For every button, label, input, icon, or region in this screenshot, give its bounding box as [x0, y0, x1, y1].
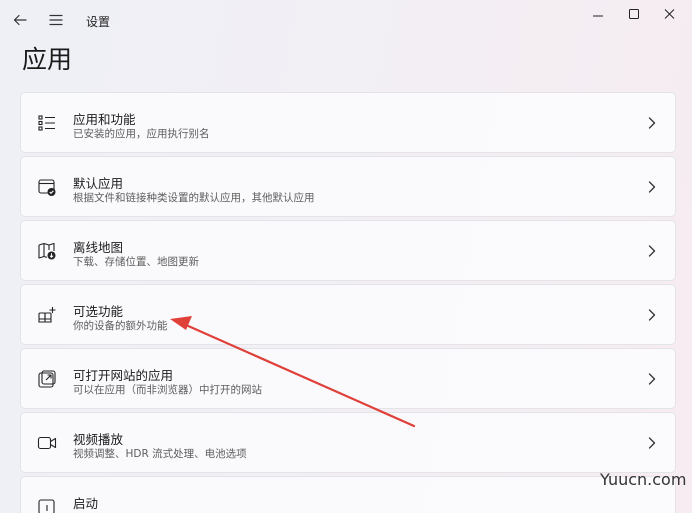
chevron-right-icon [648, 117, 656, 129]
startup-icon [38, 499, 55, 513]
maximize-button[interactable] [624, 6, 644, 26]
title-bar: 设置 [0, 0, 692, 40]
settings-item-apps-features[interactable]: 应用和功能 已安装的应用，应用执行别名 [20, 92, 676, 153]
menu-button[interactable] [45, 10, 67, 30]
settings-item-startup[interactable]: 启动 [20, 476, 676, 513]
offline-maps-icon [38, 242, 56, 260]
window-title: 设置 [86, 15, 111, 29]
watermark-logo: Yuucn.com [600, 470, 687, 489]
item-description: 你的设备的额外功能 [73, 320, 168, 332]
item-description: 下载、存储位置、地图更新 [73, 256, 199, 268]
item-description: 可以在应用（而非浏览器）中打开的网站 [73, 384, 262, 396]
chevron-right-icon [648, 245, 656, 257]
default-apps-icon [38, 179, 56, 196]
close-button[interactable] [660, 6, 680, 26]
page-title: 应用 [22, 45, 73, 74]
hamburger-icon [49, 14, 63, 26]
video-playback-icon [37, 436, 57, 450]
minimize-icon [593, 15, 603, 17]
back-arrow-icon [13, 14, 27, 26]
item-description: 根据文件和链接种类设置的默认应用，其他默认应用 [73, 192, 315, 204]
item-description: 视频调整、HDR 流式处理、电池选项 [73, 448, 247, 460]
chevron-right-icon [648, 181, 656, 193]
settings-item-offline-maps[interactable]: 离线地图 下载、存储位置、地图更新 [20, 220, 676, 281]
apps-for-websites-icon [38, 370, 56, 388]
settings-item-apps-for-websites[interactable]: 可打开网站的应用 可以在应用（而非浏览器）中打开的网站 [20, 348, 676, 409]
settings-item-optional-features[interactable]: 可选功能 你的设备的额外功能 [20, 284, 676, 345]
close-icon [664, 9, 675, 19]
chevron-right-icon [648, 373, 656, 385]
back-button[interactable] [9, 10, 31, 30]
settings-item-video-playback[interactable]: 视频播放 视频调整、HDR 流式处理、电池选项 [20, 412, 676, 473]
minimize-button[interactable] [588, 6, 608, 26]
maximize-icon [629, 9, 639, 19]
apps-list-icon [38, 115, 55, 131]
settings-item-default-apps[interactable]: 默认应用 根据文件和链接种类设置的默认应用，其他默认应用 [20, 156, 676, 217]
chevron-right-icon [648, 437, 656, 449]
item-description: 已安装的应用，应用执行别名 [73, 128, 210, 140]
optional-features-icon [38, 307, 56, 323]
chevron-right-icon [648, 309, 656, 321]
item-title: 启动 [73, 496, 99, 511]
